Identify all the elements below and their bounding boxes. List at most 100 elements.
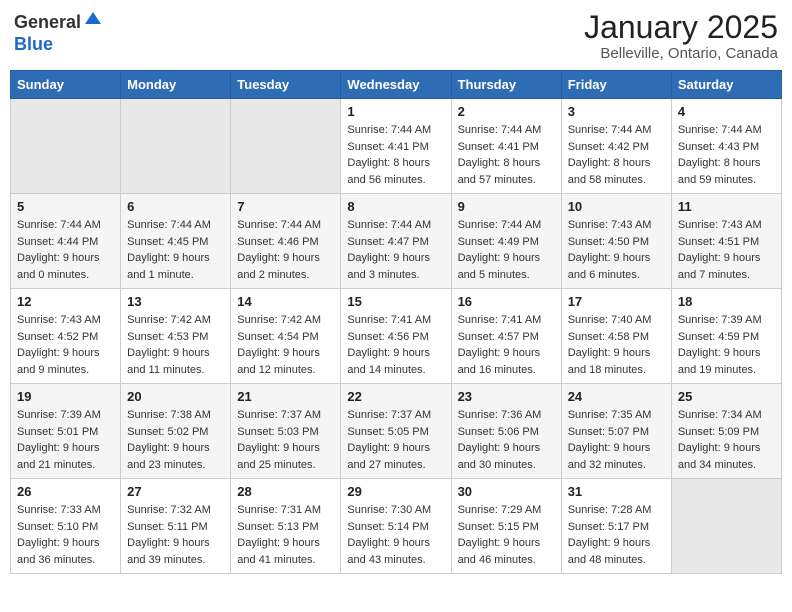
day-info: Sunrise: 7:44 AMSunset: 4:43 PMDaylight:…: [678, 122, 775, 188]
weekday-header-tuesday: Tuesday: [231, 71, 341, 99]
day-number: 24: [568, 389, 665, 404]
day-number: 13: [127, 294, 224, 309]
calendar-cell: 18Sunrise: 7:39 AMSunset: 4:59 PMDayligh…: [671, 289, 781, 384]
day-info: Sunrise: 7:35 AMSunset: 5:07 PMDaylight:…: [568, 407, 665, 473]
calendar-cell: 22 Sunrise: 7:37 AMSunset: 5:05 PMDayligh…: [341, 384, 451, 479]
calendar-cell: 3Sunrise: 7:44 AMSunset: 4:42 PMDaylight…: [561, 99, 671, 194]
logo: General Blue: [14, 10, 103, 55]
day-info: Sunrise: 7:34 AMSunset: 5:09 PMDaylight:…: [678, 407, 775, 473]
day-info: Sunrise: 7:33 AMSunset: 5:10 PMDaylight:…: [17, 502, 114, 568]
calendar-cell: [671, 479, 781, 574]
day-info: Sunrise: 7:44 AMSunset: 4:42 PMDaylight:…: [568, 122, 665, 188]
calendar-cell: 19Sunrise: 7:39 AMSunset: 5:01 PMDayligh…: [11, 384, 121, 479]
day-info: Sunrise: 7:44 AMSunset: 4:49 PMDaylight:…: [458, 217, 555, 283]
day-info: Sunrise: 7:42 AMSunset: 4:53 PMDaylight:…: [127, 312, 224, 378]
page-header: General Blue January 2025 Belleville, On…: [10, 10, 782, 62]
logo-icon: [83, 10, 103, 30]
day-info: Sunrise: 7:37 AMSunset: 5:05 PMDaylight:…: [347, 407, 444, 473]
logo-general-text: General: [14, 13, 81, 33]
day-number: 9: [458, 199, 555, 214]
day-info: Sunrise: 7:44 AMSunset: 4:46 PMDaylight:…: [237, 217, 334, 283]
day-info: Sunrise: 7:44 AMSunset: 4:41 PMDaylight:…: [458, 122, 555, 188]
calendar-cell: 13 Sunrise: 7:42 AMSunset: 4:53 PMDayligh…: [121, 289, 231, 384]
calendar-cell: 24 Sunrise: 7:35 AMSunset: 5:07 PMDayligh…: [561, 384, 671, 479]
day-number: 2: [458, 104, 555, 119]
weekday-header-saturday: Saturday: [671, 71, 781, 99]
calendar-cell: 16Sunrise: 7:41 AMSunset: 4:57 PMDayligh…: [451, 289, 561, 384]
day-number: 30: [458, 484, 555, 499]
day-number: 10: [568, 199, 665, 214]
day-number: 17: [568, 294, 665, 309]
calendar-cell: 10 Sunrise: 7:43 AMSunset: 4:50 PMDayligh…: [561, 194, 671, 289]
day-info: Sunrise: 7:28 AMSunset: 5:17 PMDaylight:…: [568, 502, 665, 568]
calendar-cell: 27 Sunrise: 7:32 AMSunset: 5:11 PMDayligh…: [121, 479, 231, 574]
weekday-header-friday: Friday: [561, 71, 671, 99]
calendar-cell: 9 Sunrise: 7:44 AMSunset: 4:49 PMDaylight…: [451, 194, 561, 289]
day-info: Sunrise: 7:42 AMSunset: 4:54 PMDaylight:…: [237, 312, 334, 378]
calendar-cell: 7 Sunrise: 7:44 AMSunset: 4:46 PMDaylight…: [231, 194, 341, 289]
day-info: Sunrise: 7:43 AMSunset: 4:51 PMDaylight:…: [678, 217, 775, 283]
calendar-week-row: 12Sunrise: 7:43 AMSunset: 4:52 PMDayligh…: [11, 289, 782, 384]
day-info: Sunrise: 7:43 AMSunset: 4:52 PMDaylight:…: [17, 312, 114, 378]
day-number: 31: [568, 484, 665, 499]
calendar-cell: 28Sunrise: 7:31 AMSunset: 5:13 PMDayligh…: [231, 479, 341, 574]
day-number: 27: [127, 484, 224, 499]
day-number: 1: [347, 104, 444, 119]
calendar-cell: 6 Sunrise: 7:44 AMSunset: 4:45 PMDaylight…: [121, 194, 231, 289]
day-number: 21: [237, 389, 334, 404]
day-info: Sunrise: 7:41 AMSunset: 4:57 PMDaylight:…: [458, 312, 555, 378]
calendar-cell: 4 Sunrise: 7:44 AMSunset: 4:43 PMDaylight…: [671, 99, 781, 194]
logo-blue-text: Blue: [14, 34, 53, 54]
day-number: 28: [237, 484, 334, 499]
day-info: Sunrise: 7:38 AMSunset: 5:02 PMDaylight:…: [127, 407, 224, 473]
day-info: Sunrise: 7:44 AMSunset: 4:47 PMDaylight:…: [347, 217, 444, 283]
weekday-header-sunday: Sunday: [11, 71, 121, 99]
day-info: Sunrise: 7:32 AMSunset: 5:11 PMDaylight:…: [127, 502, 224, 568]
day-number: 23: [458, 389, 555, 404]
day-number: 18: [678, 294, 775, 309]
month-title: January 2025: [584, 10, 778, 45]
day-number: 25: [678, 389, 775, 404]
calendar-cell: 15Sunrise: 7:41 AMSunset: 4:56 PMDayligh…: [341, 289, 451, 384]
day-number: 4: [678, 104, 775, 119]
day-info: Sunrise: 7:30 AMSunset: 5:14 PMDaylight:…: [347, 502, 444, 568]
day-info: Sunrise: 7:44 AMSunset: 4:45 PMDaylight:…: [127, 217, 224, 283]
calendar-cell: 21 Sunrise: 7:37 AMSunset: 5:03 PMDayligh…: [231, 384, 341, 479]
calendar-cell: 17 Sunrise: 7:40 AMSunset: 4:58 PMDayligh…: [561, 289, 671, 384]
calendar-cell: [11, 99, 121, 194]
calendar-cell: 8Sunrise: 7:44 AMSunset: 4:47 PMDaylight…: [341, 194, 451, 289]
calendar-cell: 30 Sunrise: 7:29 AMSunset: 5:15 PMDayligh…: [451, 479, 561, 574]
calendar-week-row: 19Sunrise: 7:39 AMSunset: 5:01 PMDayligh…: [11, 384, 782, 479]
day-number: 14: [237, 294, 334, 309]
weekday-header-row: SundayMondayTuesdayWednesdayThursdayFrid…: [11, 71, 782, 99]
calendar-cell: 23 Sunrise: 7:36 AMSunset: 5:06 PMDayligh…: [451, 384, 561, 479]
day-number: 26: [17, 484, 114, 499]
calendar-cell: 2 Sunrise: 7:44 AMSunset: 4:41 PMDaylight…: [451, 99, 561, 194]
calendar-cell: 12Sunrise: 7:43 AMSunset: 4:52 PMDayligh…: [11, 289, 121, 384]
day-number: 20: [127, 389, 224, 404]
day-number: 11: [678, 199, 775, 214]
day-number: 5: [17, 199, 114, 214]
day-info: Sunrise: 7:44 AMSunset: 4:44 PMDaylight:…: [17, 217, 114, 283]
calendar-cell: [231, 99, 341, 194]
calendar-cell: 26 Sunrise: 7:33 AMSunset: 5:10 PMDayligh…: [11, 479, 121, 574]
day-info: Sunrise: 7:43 AMSunset: 4:50 PMDaylight:…: [568, 217, 665, 283]
day-info: Sunrise: 7:36 AMSunset: 5:06 PMDaylight:…: [458, 407, 555, 473]
calendar-cell: 25 Sunrise: 7:34 AMSunset: 5:09 PMDayligh…: [671, 384, 781, 479]
day-number: 7: [237, 199, 334, 214]
day-info: Sunrise: 7:41 AMSunset: 4:56 PMDaylight:…: [347, 312, 444, 378]
day-number: 29: [347, 484, 444, 499]
day-info: Sunrise: 7:40 AMSunset: 4:58 PMDaylight:…: [568, 312, 665, 378]
day-number: 22: [347, 389, 444, 404]
day-info: Sunrise: 7:29 AMSunset: 5:15 PMDaylight:…: [458, 502, 555, 568]
day-info: Sunrise: 7:37 AMSunset: 5:03 PMDaylight:…: [237, 407, 334, 473]
day-number: 6: [127, 199, 224, 214]
calendar-cell: [121, 99, 231, 194]
location-subtitle: Belleville, Ontario, Canada: [584, 45, 778, 62]
calendar-cell: 29 Sunrise: 7:30 AMSunset: 5:14 PMDayligh…: [341, 479, 451, 574]
calendar-cell: 31 Sunrise: 7:28 AMSunset: 5:17 PMDayligh…: [561, 479, 671, 574]
calendar-cell: 1Sunrise: 7:44 AMSunset: 4:41 PMDaylight…: [341, 99, 451, 194]
day-info: Sunrise: 7:39 AMSunset: 5:01 PMDaylight:…: [17, 407, 114, 473]
calendar-week-row: 26 Sunrise: 7:33 AMSunset: 5:10 PMDayligh…: [11, 479, 782, 574]
weekday-header-monday: Monday: [121, 71, 231, 99]
